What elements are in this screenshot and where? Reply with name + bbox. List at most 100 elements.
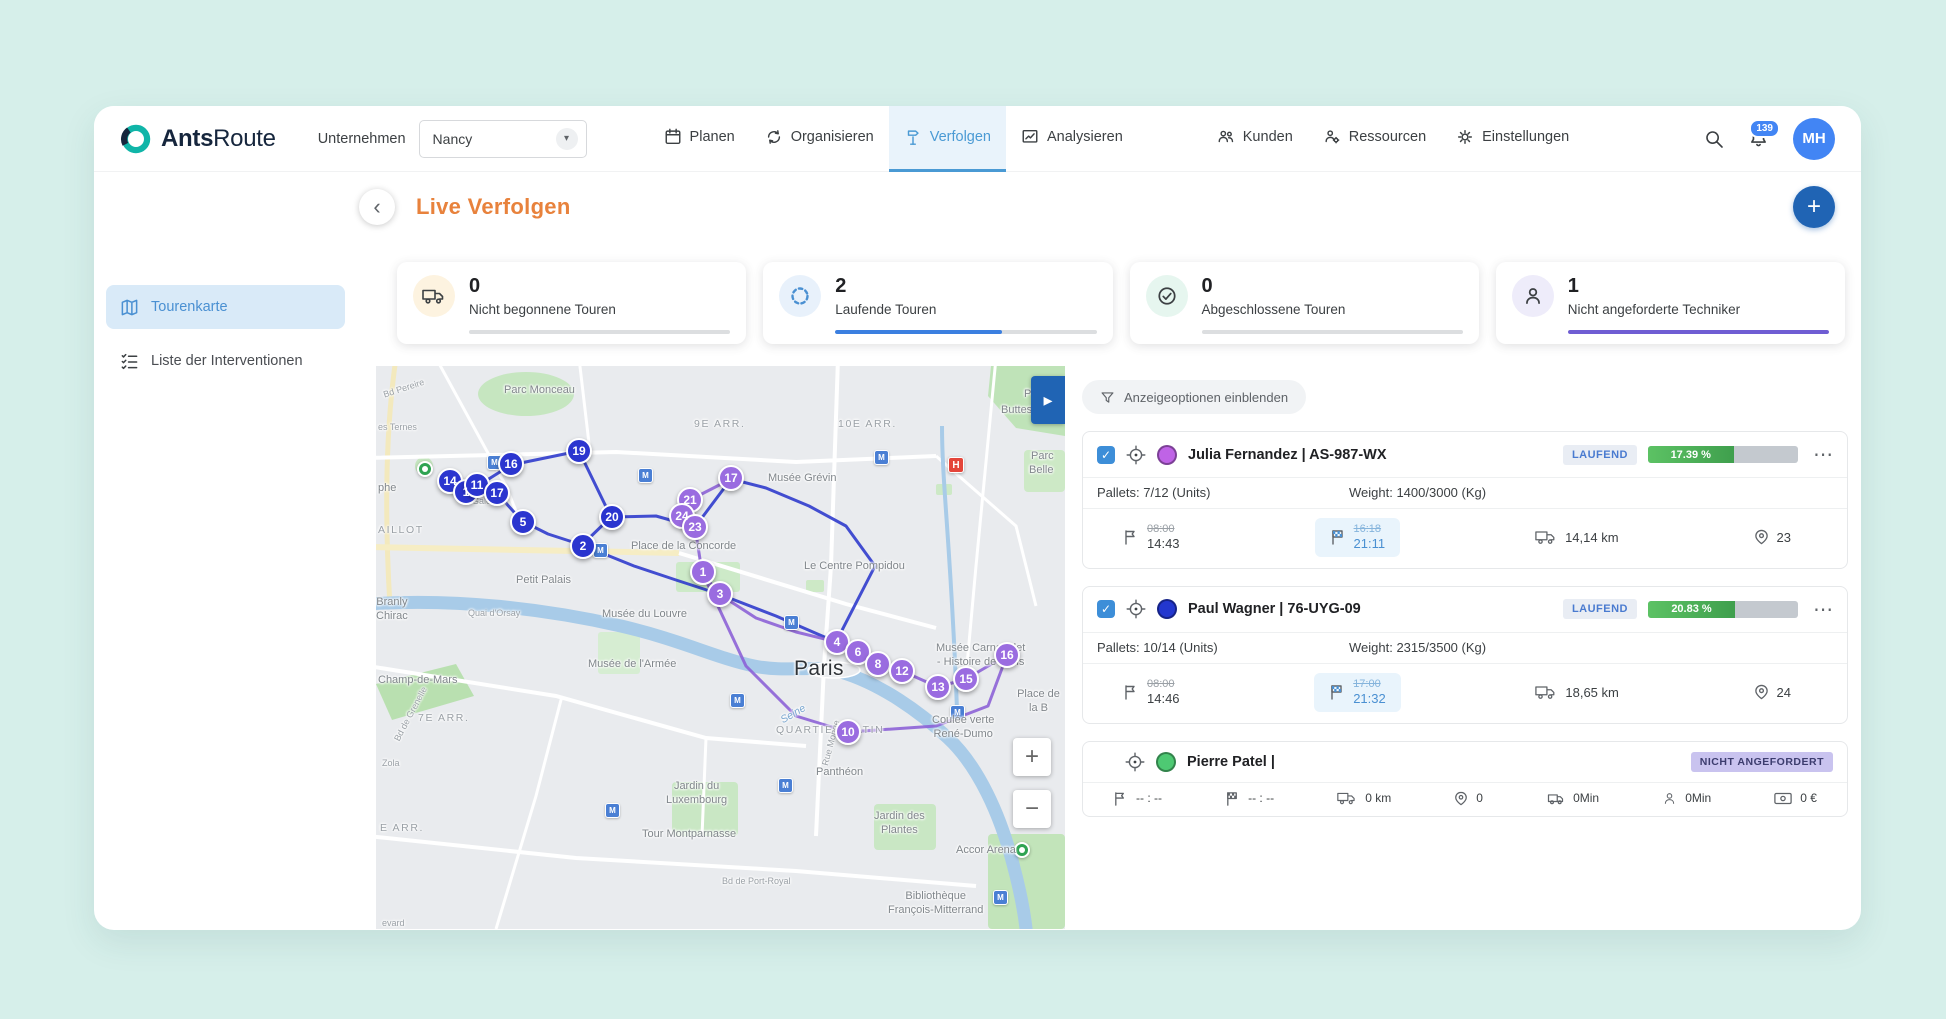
map-marker-purple-1[interactable]: 1 — [690, 559, 716, 585]
map-marker-blue-5[interactable]: 5 — [510, 509, 536, 535]
tour-progress-bar: 17.39 % — [1648, 446, 1798, 463]
finish-flag-icon — [1330, 529, 1346, 545]
zoom-out-button[interactable]: − — [1013, 790, 1051, 828]
nav-item-ressourcen[interactable]: Ressourcen — [1308, 106, 1441, 172]
nav-item-organisieren[interactable]: Organisieren — [750, 106, 889, 172]
nav-item-kunden[interactable]: Kunden — [1202, 106, 1308, 172]
map-canvas[interactable]: MMMMMMMMMMH Parc Monceau9E ARR.10E ARR.M… — [376, 366, 1065, 929]
loader-icon — [779, 275, 821, 317]
chevron-down-icon: ▾ — [556, 128, 578, 150]
stat-label: Nicht begonnene Touren — [469, 302, 616, 317]
stat-card-running: 2 Laufende Touren — [763, 262, 1112, 344]
antsroute-logo[interactable]: AntsRoute — [120, 123, 276, 155]
nav-item-analysieren[interactable]: Analysieren — [1006, 106, 1138, 172]
pallets-value: Pallets: 7/12 (Units) — [1097, 485, 1349, 500]
truck-icon — [413, 275, 455, 317]
map-marker-purple-10[interactable]: 10 — [835, 719, 861, 745]
map-marker-purple-15[interactable]: 15 — [953, 666, 979, 692]
map-marker-purple-12[interactable]: 12 — [889, 658, 915, 684]
expand-panel-button[interactable]: ▸ — [1031, 376, 1065, 424]
display-options-label: Anzeigeoptionen einblenden — [1124, 390, 1288, 405]
notifications-button[interactable]: 139 — [1748, 128, 1769, 149]
antsroute-logo-icon — [120, 123, 152, 155]
stat-label: Abgeschlossene Touren — [1202, 302, 1346, 317]
map-marker-blue-20[interactable]: 20 — [599, 504, 625, 530]
pallets-value: Pallets: 10/14 (Units) — [1097, 640, 1349, 655]
left-sidebar: Tourenkarte Liste der Interventionen — [94, 172, 359, 929]
filter-icon — [1100, 390, 1115, 405]
sidebar-item-tourenkarte[interactable]: Tourenkarte — [106, 285, 345, 329]
map-marker-purple-8[interactable]: 8 — [865, 651, 891, 677]
zoom-in-button[interactable]: + — [1013, 738, 1051, 776]
stat-value: 2 — [835, 275, 936, 298]
end-time-cell: -- : -- — [1225, 791, 1274, 806]
search-icon — [1704, 129, 1724, 149]
map-marker-blue-2[interactable]: 2 — [570, 533, 596, 559]
add-button[interactable]: + — [1793, 186, 1835, 228]
app-window: AntsRoute Unternehmen Nancy ▾ Planen Org… — [94, 106, 1861, 930]
map-marker-blue-19[interactable]: 19 — [566, 438, 592, 464]
map-marker-purple-16[interactable]: 16 — [994, 642, 1020, 668]
map-zoom-controls: + − — [1013, 738, 1051, 828]
flag-icon — [1123, 684, 1139, 700]
labor-time-cell: 0Min — [1662, 791, 1711, 806]
map-marker-blue-17[interactable]: 17 — [484, 480, 510, 506]
stops-cell: 23 — [1754, 529, 1791, 545]
more-options-button[interactable]: ⋯ — [1813, 442, 1833, 467]
pin-icon — [1754, 529, 1769, 545]
map-marker-purple-3[interactable]: 3 — [707, 581, 733, 607]
nav-item-einstellungen[interactable]: Einstellungen — [1441, 106, 1584, 172]
company-dropdown-value: Nancy — [433, 131, 473, 147]
stat-card-completed: 0 Abgeschlossene Touren — [1130, 262, 1479, 344]
more-options-button[interactable]: ⋯ — [1813, 597, 1833, 622]
search-button[interactable] — [1704, 129, 1724, 149]
van-icon — [1546, 791, 1565, 805]
secondary-nav: Kunden Ressourcen Einstellungen — [1202, 106, 1584, 172]
avatar[interactable]: MH — [1793, 118, 1835, 160]
stat-card-unrequested: 1 Nicht angeforderte Techniker — [1496, 262, 1845, 344]
pin-icon — [1454, 791, 1468, 806]
sidebar-item-interventionen[interactable]: Liste der Interventionen — [106, 339, 345, 383]
tour-progress-label: 17.39 % — [1648, 446, 1734, 463]
locate-target-icon[interactable] — [1126, 445, 1146, 465]
users-icon — [1217, 128, 1235, 146]
stat-progress — [835, 330, 1002, 334]
locate-target-icon[interactable] — [1125, 752, 1145, 772]
truck-icon — [1535, 529, 1557, 545]
company-dropdown[interactable]: Nancy ▾ — [419, 120, 587, 158]
tours-panel: Anzeigeoptionen einblenden ✓ Julia Ferna… — [1082, 366, 1848, 929]
stops-cell: 24 — [1754, 684, 1791, 700]
nav-item-verfolgen[interactable]: Verfolgen — [889, 106, 1006, 172]
tour-checkbox[interactable]: ✓ — [1097, 600, 1115, 618]
company-selector-group: Unternehmen Nancy ▾ — [318, 120, 587, 158]
driver-color-dot — [1157, 445, 1177, 465]
start-time-cell: 08:0014:43 — [1123, 523, 1180, 552]
sidebar-item-label: Tourenkarte — [151, 299, 228, 315]
map-marker-purple-13[interactable]: 13 — [925, 674, 951, 700]
sidebar-item-label: Liste der Interventionen — [151, 353, 303, 369]
stat-value: 0 — [469, 275, 616, 298]
nav-item-planen[interactable]: Planen — [649, 106, 750, 172]
map-marker-purple-17[interactable]: 17 — [718, 465, 744, 491]
tour-card-julia: ✓ Julia Fernandez | AS-987-WX LAUFEND 17… — [1082, 431, 1848, 569]
tour-checkbox[interactable]: ✓ — [1097, 446, 1115, 464]
map-marker-blue-16[interactable]: 16 — [498, 451, 524, 477]
main-content: ‹ Live Verfolgen + 0 Nicht begonnene Tou… — [359, 172, 1861, 929]
display-options-button[interactable]: Anzeigeoptionen einblenden — [1082, 380, 1306, 414]
tour-name: Pierre Patel | — [1187, 754, 1680, 770]
tour-name: Julia Fernandez | AS-987-WX — [1188, 447, 1552, 463]
nav-label: Verfolgen — [930, 129, 991, 145]
stat-value: 0 — [1202, 275, 1346, 298]
map-icon — [120, 298, 139, 317]
finish-flag-icon — [1329, 684, 1345, 700]
person-icon — [1662, 791, 1677, 806]
company-label: Unternehmen — [318, 131, 406, 147]
brand-name: AntsRoute — [161, 125, 276, 153]
tracking-sign-icon — [904, 128, 922, 146]
locate-target-icon[interactable] — [1126, 599, 1146, 619]
tour-metrics-row: -- : -- -- : -- 0 km — [1083, 782, 1847, 816]
tour-load-row: Pallets: 7/12 (Units) Weight: 1400/3000 … — [1083, 477, 1847, 508]
tour-progress-label: 20.83 % — [1648, 601, 1735, 618]
collapse-sidebar-button[interactable]: ‹ — [359, 189, 395, 225]
stat-label: Nicht angeforderte Techniker — [1568, 302, 1740, 317]
